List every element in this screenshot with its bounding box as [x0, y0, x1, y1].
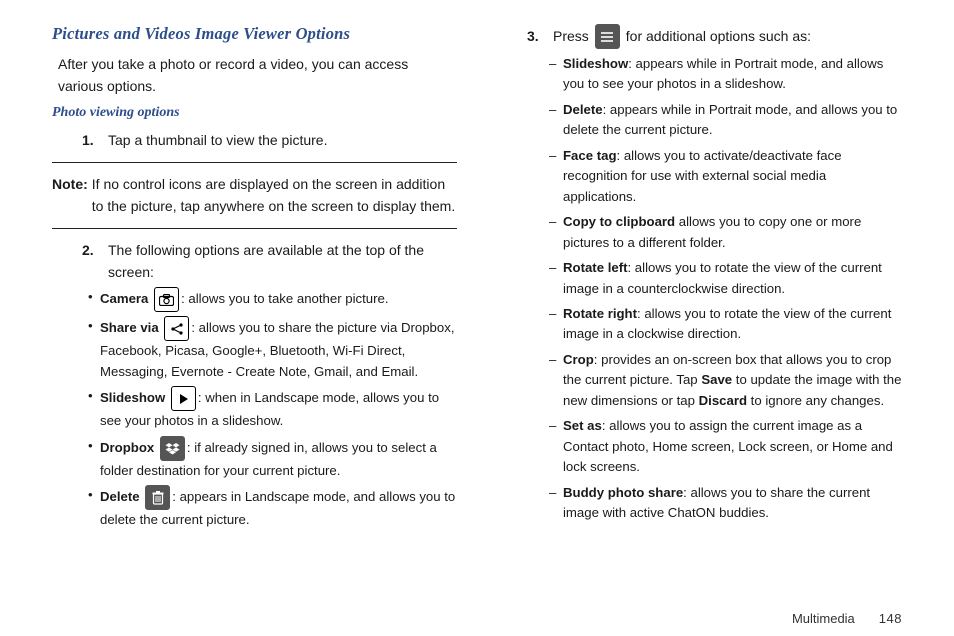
- dash-body: Face tag: allows you to activate/deactiv…: [563, 146, 902, 207]
- bullet-list: • Camera : allows you to take another pi…: [88, 287, 457, 530]
- bullet-marker: •: [88, 287, 100, 312]
- step-3: 3. Press for additional options such as:: [527, 24, 902, 49]
- dash-label: Crop: [563, 352, 594, 367]
- dash-body: Delete: appears while in Portrait mode, …: [563, 100, 902, 141]
- dash-marker: –: [549, 100, 563, 141]
- bullet-label: Camera: [100, 291, 148, 306]
- bullet-slideshow: • Slideshow : when in Landscape mode, al…: [88, 386, 457, 431]
- bullet-desc: : allows you to take another picture.: [181, 291, 388, 306]
- step-1: 1. Tap a thumbnail to view the picture.: [82, 129, 457, 151]
- dash-label: Copy to clipboard: [563, 214, 675, 229]
- trash-icon: [145, 485, 170, 510]
- subsection-heading: Photo viewing options: [52, 105, 457, 121]
- left-column: Pictures and Videos Image Viewer Options…: [52, 24, 457, 607]
- bullet-body: Camera : allows you to take another pict…: [100, 287, 457, 312]
- discard-word: Discard: [699, 393, 747, 408]
- step-text-b: for additional options such as:: [626, 25, 811, 47]
- share-icon: [164, 316, 189, 341]
- dash-delete: –Delete: appears while in Portrait mode,…: [549, 100, 902, 141]
- intro-text: After you take a photo or record a video…: [58, 54, 457, 97]
- note-label: Note:: [52, 173, 88, 218]
- dash-marker: –: [549, 146, 563, 207]
- dash-buddy: –Buddy photo share: allows you to share …: [549, 483, 902, 524]
- dash-marker: –: [549, 304, 563, 345]
- footer-page-number: 148: [879, 611, 902, 626]
- bullet-body: Dropbox : if already signed in, allows y…: [100, 436, 457, 481]
- dash-marker: –: [549, 483, 563, 524]
- dash-facetag: –Face tag: allows you to activate/deacti…: [549, 146, 902, 207]
- bullet-label: Delete: [100, 489, 140, 504]
- note-block: Note: If no control icons are displayed …: [52, 173, 457, 218]
- dash-marker: –: [549, 350, 563, 411]
- dash-body: Rotate right: allows you to rotate the v…: [563, 304, 902, 345]
- bullet-body: Share via : allows you to share the pict…: [100, 316, 457, 382]
- dash-label: Slideshow: [563, 56, 628, 71]
- section-heading: Pictures and Videos Image Viewer Options: [52, 24, 457, 44]
- note-text: If no control icons are displayed on the…: [92, 173, 457, 218]
- dash-marker: –: [549, 54, 563, 95]
- dash-label: Rotate right: [563, 306, 637, 321]
- camera-icon: [154, 287, 179, 312]
- two-column-layout: Pictures and Videos Image Viewer Options…: [52, 24, 902, 607]
- bullet-delete: • Delete : appears in Landscape mode, an…: [88, 485, 457, 530]
- manual-page: Pictures and Videos Image Viewer Options…: [0, 0, 954, 636]
- bullet-marker: •: [88, 386, 100, 431]
- dash-label: Set as: [563, 418, 602, 433]
- right-column: 3. Press for additional options such as:…: [497, 24, 902, 607]
- dash-body: Slideshow: appears while in Portrait mod…: [563, 54, 902, 95]
- dash-crop: –Crop: provides an on-screen box that al…: [549, 350, 902, 411]
- step-text: The following options are available at t…: [108, 239, 457, 284]
- dash-body: Copy to clipboard allows you to copy one…: [563, 212, 902, 253]
- dash-label: Buddy photo share: [563, 485, 683, 500]
- dash-rotate-left: –Rotate left: allows you to rotate the v…: [549, 258, 902, 299]
- dash-rotate-right: –Rotate right: allows you to rotate the …: [549, 304, 902, 345]
- dash-marker: –: [549, 212, 563, 253]
- step-text: Tap a thumbnail to view the picture.: [108, 129, 457, 151]
- save-word: Save: [701, 372, 732, 387]
- bullet-dropbox: • Dropbox : if already signed in, allows…: [88, 436, 457, 481]
- dash-list: –Slideshow: appears while in Portrait mo…: [549, 54, 902, 524]
- horizontal-rule: [52, 228, 457, 229]
- dash-label: Face tag: [563, 148, 617, 163]
- bullet-body: Delete : appears in Landscape mode, and …: [100, 485, 457, 530]
- dash-body: Rotate left: allows you to rotate the vi…: [563, 258, 902, 299]
- bullet-share: • Share via : allows you to share the pi…: [88, 316, 457, 382]
- bullet-marker: •: [88, 485, 100, 530]
- dash-label: Rotate left: [563, 260, 627, 275]
- menu-icon: [595, 24, 620, 49]
- bullet-label: Dropbox: [100, 440, 154, 455]
- bullet-body: Slideshow : when in Landscape mode, allo…: [100, 386, 457, 431]
- dash-desc: : allows you to assign the current image…: [563, 418, 893, 474]
- dash-set-as: –Set as: allows you to assign the curren…: [549, 416, 902, 477]
- dash-desc-c: to ignore any changes.: [747, 393, 884, 408]
- play-icon: [171, 386, 196, 411]
- dash-marker: –: [549, 258, 563, 299]
- bullet-marker: •: [88, 436, 100, 481]
- bullet-camera: • Camera : allows you to take another pi…: [88, 287, 457, 312]
- dash-body: Buddy photo share: allows you to share t…: [563, 483, 902, 524]
- step-2: 2. The following options are available a…: [82, 239, 457, 284]
- horizontal-rule: [52, 162, 457, 163]
- step-number: 1.: [82, 129, 108, 151]
- step-3-group: 3. Press for additional options such as:…: [527, 24, 902, 524]
- page-footer: Multimedia 148: [52, 611, 902, 626]
- step-text-a: Press: [553, 25, 589, 47]
- step-number: 3.: [527, 25, 553, 47]
- dash-copy: –Copy to clipboard allows you to copy on…: [549, 212, 902, 253]
- dash-body: Set as: allows you to assign the current…: [563, 416, 902, 477]
- dash-body: Crop: provides an on-screen box that all…: [563, 350, 902, 411]
- dash-desc: : appears while in Portrait mode, and al…: [563, 102, 897, 137]
- bullet-marker: •: [88, 316, 100, 382]
- bullet-label: Slideshow: [100, 390, 165, 405]
- step-number: 2.: [82, 239, 108, 284]
- footer-section: Multimedia: [792, 611, 855, 626]
- dash-slideshow: –Slideshow: appears while in Portrait mo…: [549, 54, 902, 95]
- dropbox-icon: [160, 436, 185, 461]
- dash-marker: –: [549, 416, 563, 477]
- dash-label: Delete: [563, 102, 603, 117]
- bullet-label: Share via: [100, 320, 159, 335]
